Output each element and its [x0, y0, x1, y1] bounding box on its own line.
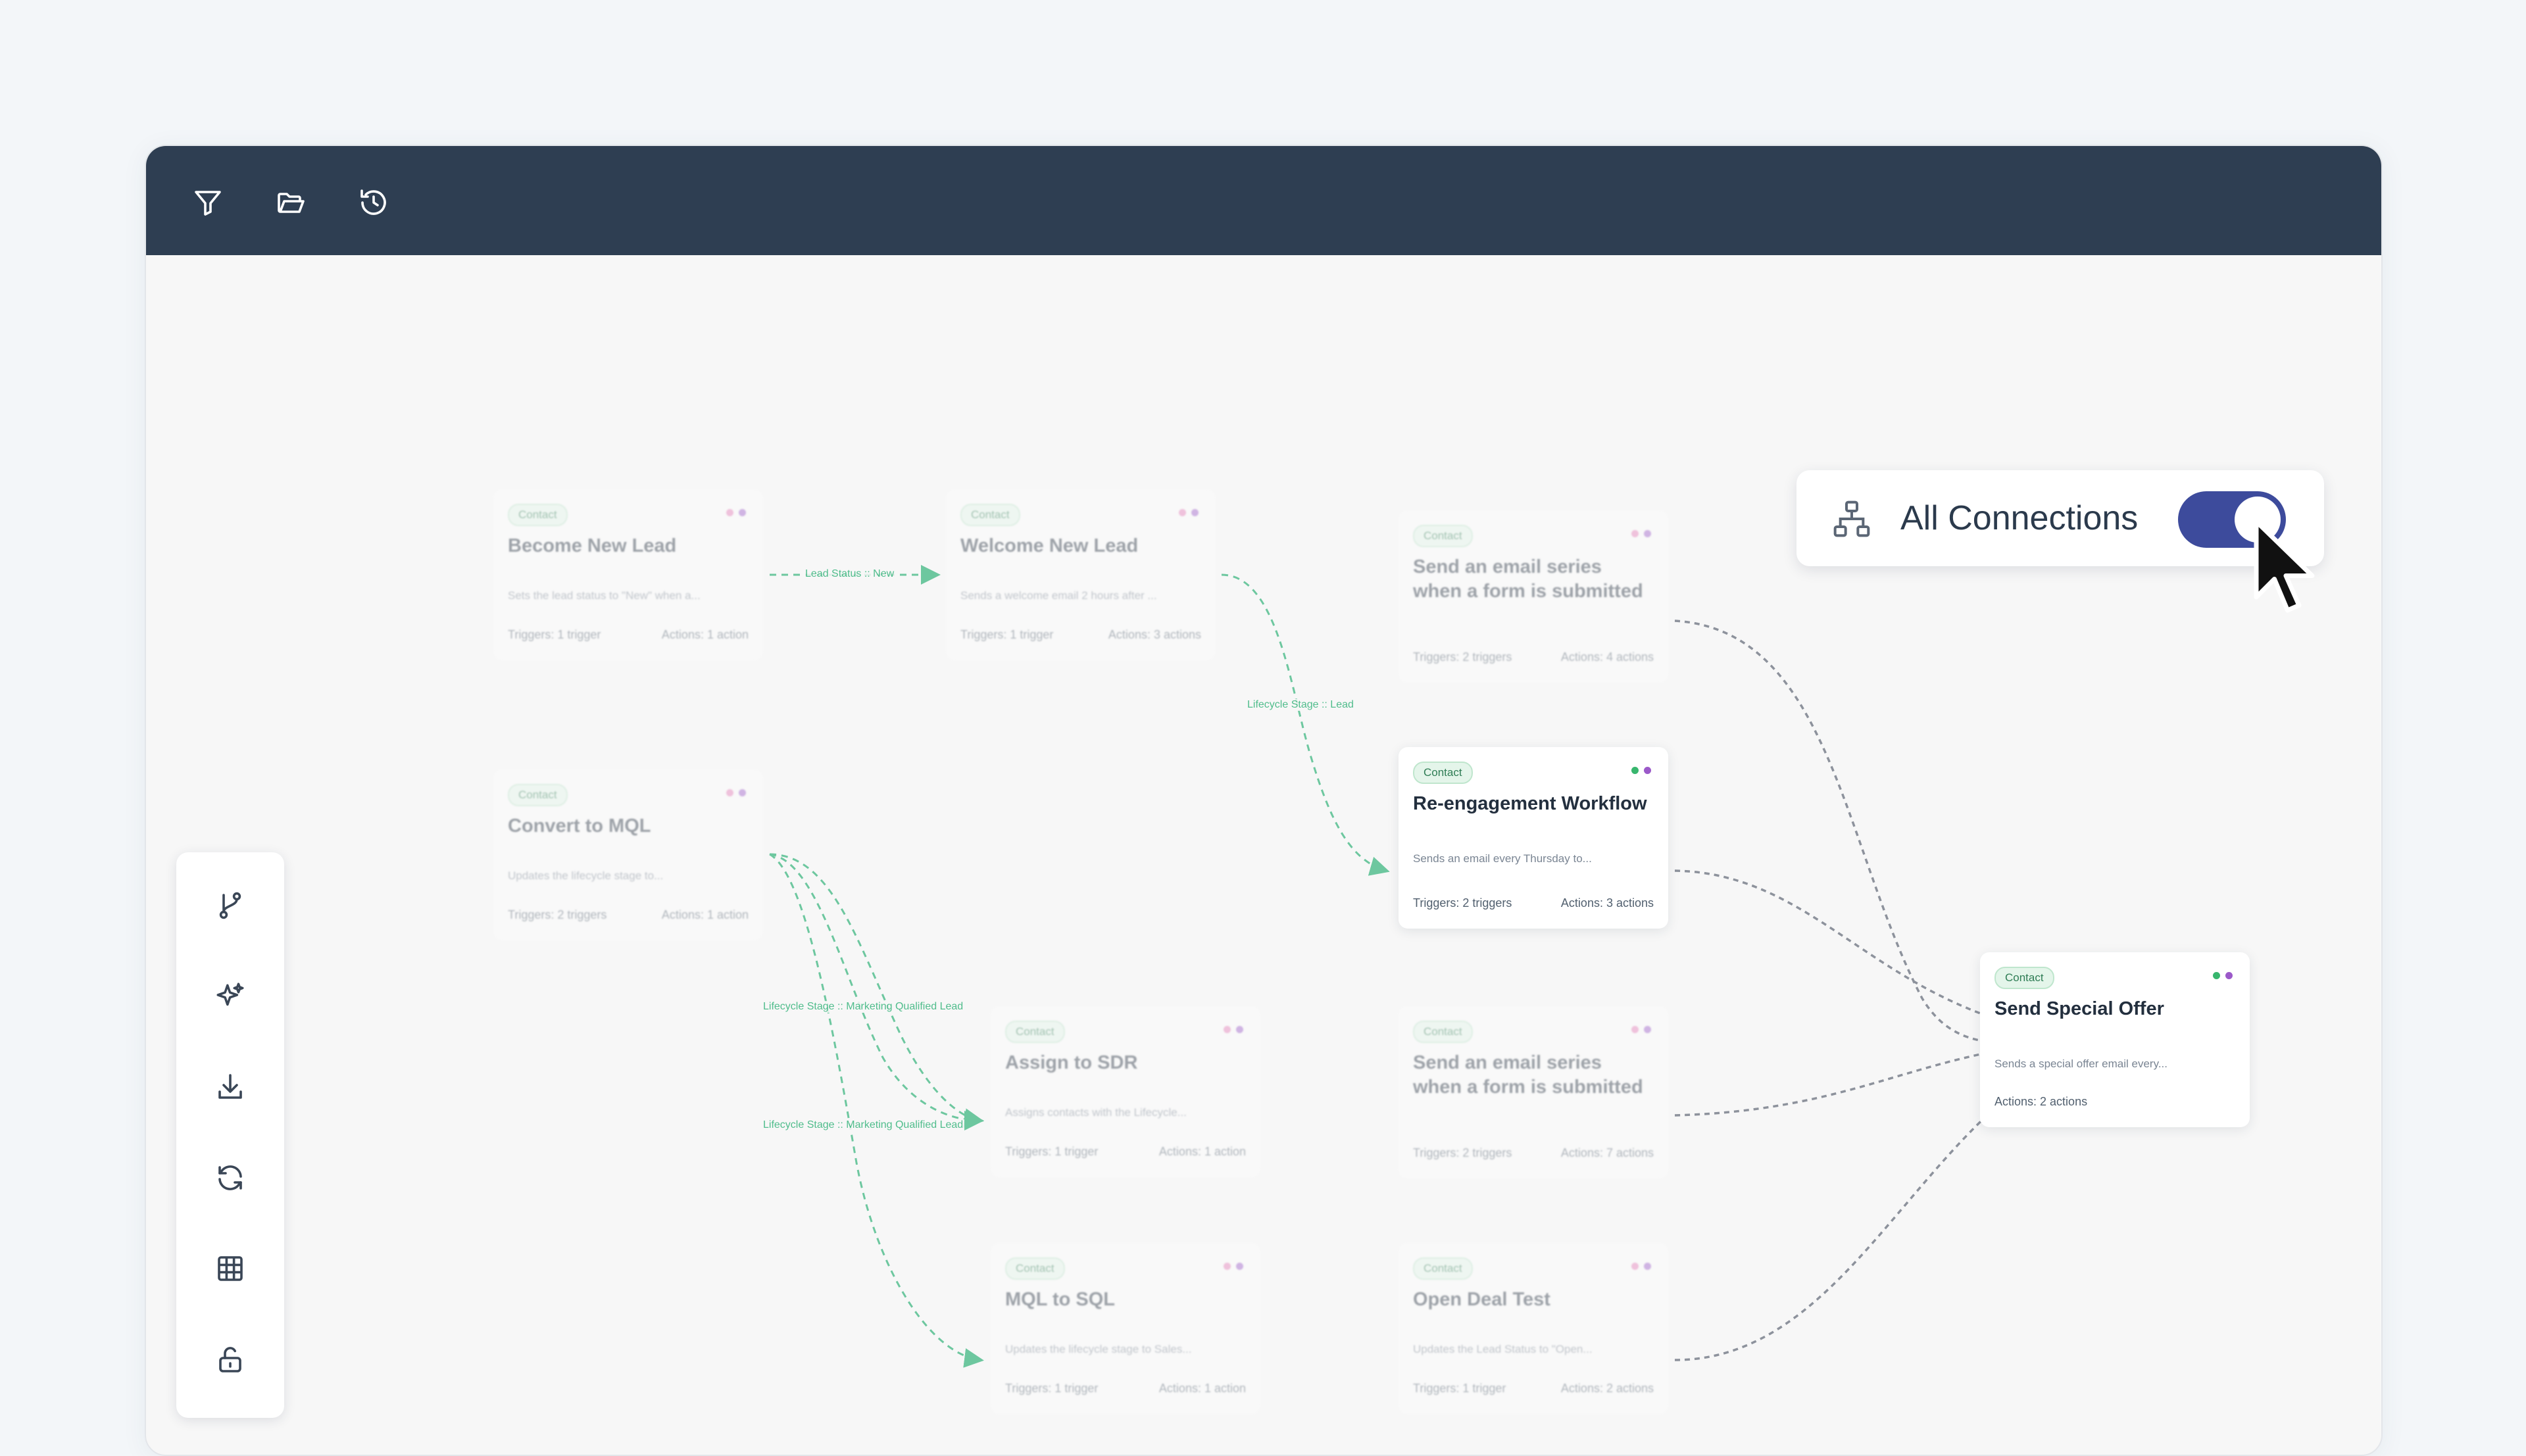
object-tag: Contact — [1413, 525, 1473, 547]
card-title: Send an email series when a form is subm… — [1413, 1052, 1643, 1098]
workflow-card-email-series[interactable]: Contact Send an email series when a form… — [1399, 1006, 1668, 1178]
edge-welcome-to-reengagement — [1221, 573, 1390, 876]
card-description: Updates the lifecycle stage to Sales... — [1005, 1343, 1192, 1355]
canvas-tool-sidebar — [176, 852, 284, 1418]
card-triggers: Triggers: 2 triggers — [1413, 650, 1512, 664]
folder-open-icon[interactable] — [274, 185, 308, 220]
object-tag: Contact — [1005, 1257, 1065, 1280]
card-actions: Actions: 1 action — [661, 628, 749, 641]
card-actions: Actions: 1 action — [661, 908, 749, 921]
edge-label-lifecycle-mql: Lifecycle Stage :: Marketing Qualified L… — [762, 1119, 965, 1131]
branch-icon[interactable] — [205, 880, 256, 931]
edge-label-lifecycle-mql: Lifecycle Stage :: Marketing Qualified L… — [762, 1001, 965, 1013]
all-connections-panel: All Connections — [1796, 470, 2324, 566]
mouse-cursor-icon — [2250, 518, 2329, 620]
card-description: Sends a welcome email 2 hours after ... — [960, 589, 1157, 602]
card-description: Assigns contacts with the Lifecycle... — [1005, 1106, 1187, 1119]
card-title: Open Deal Test — [1413, 1289, 1550, 1310]
card-triggers: Triggers: 1 trigger — [1005, 1382, 1099, 1395]
edge-label-lifecycle-lead: Lifecycle Stage :: Lead — [1246, 699, 1355, 711]
workflow-card-open-deal-test[interactable]: Contact Open Deal Test Updates the Lead … — [1399, 1243, 1668, 1414]
card-title: Send an email series when a form is subm… — [1413, 556, 1643, 602]
status-dots — [1224, 1263, 1243, 1270]
card-title: Become New Lead — [508, 535, 677, 556]
status-dots — [1224, 1026, 1243, 1033]
card-title: Send Special Offer — [1994, 998, 2164, 1019]
app-window: Lead Status :: New Lifecycle Stage :: Le… — [145, 145, 2383, 1456]
grid-icon[interactable] — [205, 1243, 256, 1294]
object-tag: Contact — [960, 504, 1020, 526]
card-triggers: Triggers: 2 triggers — [508, 908, 607, 921]
card-title: Welcome New Lead — [960, 535, 1139, 556]
card-title: Re-engagement Workflow — [1413, 793, 1647, 814]
card-triggers: Triggers: 1 trigger — [1413, 1382, 1506, 1395]
object-tag: Contact — [1005, 1021, 1065, 1043]
workflow-card-become-new-lead[interactable]: Contact Become New Lead Sets the lead st… — [493, 489, 763, 660]
connection-lines — [769, 565, 2108, 1368]
filter-icon[interactable] — [191, 185, 225, 220]
card-triggers: Triggers: 1 trigger — [1005, 1145, 1099, 1158]
workflow-card-send-special-offer[interactable]: Contact Send Special Offer Sends a speci… — [1980, 952, 2250, 1127]
card-description: Sets the lead status to "New" when a... — [508, 589, 701, 602]
card-triggers: Triggers: 1 trigger — [508, 628, 601, 641]
workflow-card-reengagement[interactable]: Contact Re-engagement Workflow Sends an … — [1399, 747, 1668, 929]
card-description: Updates the Lead Status to "Open... — [1413, 1343, 1593, 1355]
status-dots — [1631, 1026, 1651, 1033]
card-triggers: Triggers: 2 triggers — [1413, 896, 1512, 910]
card-actions: Actions: 2 actions — [1560, 1382, 1654, 1395]
card-title: MQL to SQL — [1005, 1289, 1116, 1310]
sparkles-icon[interactable] — [205, 971, 256, 1022]
workflow-card-mql-to-sql[interactable]: Contact MQL to SQL Updates the lifecycle… — [991, 1243, 1260, 1414]
card-actions: Actions: 1 action — [1158, 1145, 1246, 1158]
card-actions: Actions: 1 action — [1158, 1382, 1246, 1395]
object-tag: Contact — [1413, 1021, 1473, 1043]
card-description: Sends a special offer email every... — [1994, 1057, 2168, 1070]
card-actions: Actions: 3 actions — [1560, 896, 1654, 910]
history-icon[interactable] — [357, 185, 391, 220]
edge-mql-to-sql — [769, 853, 984, 1368]
card-title: Convert to MQL — [508, 815, 651, 837]
object-tag: Contact — [1413, 1257, 1473, 1280]
object-tag: Contact — [1994, 967, 2054, 989]
refresh-icon[interactable] — [205, 1152, 256, 1203]
edge-mql-to-sdr-2 — [769, 853, 984, 1130]
card-description: Updates the lifecycle stage to... — [508, 869, 664, 882]
object-tag: Contact — [508, 784, 568, 806]
object-tag: Contact — [1413, 762, 1473, 784]
card-triggers: Triggers: 1 trigger — [960, 628, 1054, 641]
status-dots — [1631, 530, 1651, 537]
workflow-card-convert-to-mql[interactable]: Contact Convert to MQL Updates the lifec… — [493, 769, 763, 940]
download-icon[interactable] — [205, 1061, 256, 1113]
lock-open-icon[interactable] — [205, 1334, 256, 1385]
edge-mql-to-sdr-1 — [769, 853, 984, 1128]
status-dots — [1179, 509, 1199, 516]
status-dots — [2213, 972, 2233, 979]
workflow-canvas[interactable]: Lead Status :: New Lifecycle Stage :: Le… — [146, 255, 2381, 1455]
card-actions: Actions: 4 actions — [1560, 650, 1654, 664]
workflow-card-email-series[interactable]: Contact Send an email series when a form… — [1399, 510, 1668, 683]
object-tag: Contact — [508, 504, 568, 526]
all-connections-label: All Connections — [1900, 499, 2139, 537]
card-actions: Actions: 7 actions — [1560, 1146, 1654, 1159]
edge-label-lead-status: Lead Status :: New — [804, 568, 896, 580]
top-toolbar — [146, 146, 2381, 255]
status-dots — [1631, 767, 1651, 774]
card-actions: Actions: 2 actions — [1994, 1095, 2088, 1108]
status-dots — [726, 509, 746, 516]
workflow-card-welcome-new-lead[interactable]: Contact Welcome New Lead Sends a welcome… — [946, 489, 1216, 660]
status-dots — [1631, 1263, 1651, 1270]
status-dots — [726, 789, 746, 796]
card-description: Sends an email every Thursday to... — [1413, 852, 1592, 865]
card-actions: Actions: 3 actions — [1108, 628, 1201, 641]
card-triggers: Triggers: 2 triggers — [1413, 1146, 1512, 1159]
card-title: Assign to SDR — [1005, 1052, 1138, 1073]
workflow-card-assign-to-sdr[interactable]: Contact Assign to SDR Assigns contacts w… — [991, 1006, 1260, 1177]
hierarchy-icon — [1831, 498, 1873, 540]
